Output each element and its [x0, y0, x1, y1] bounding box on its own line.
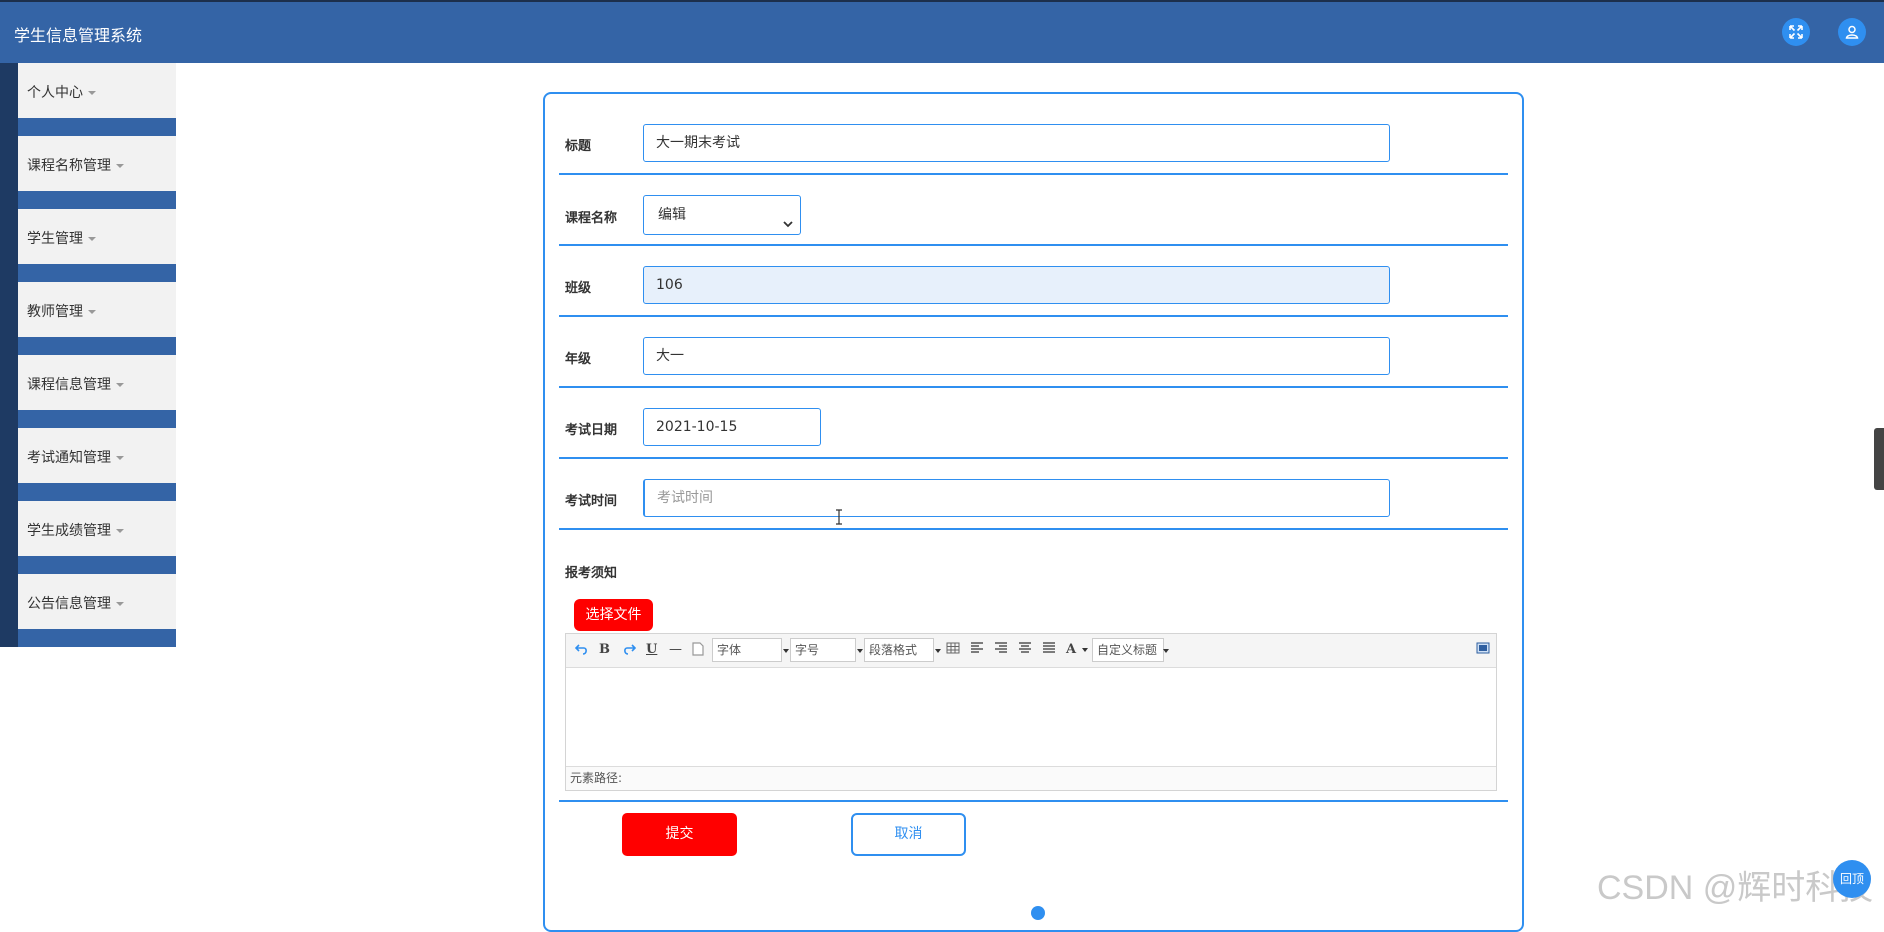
- course-select[interactable]: 编辑: [643, 195, 801, 235]
- title-label: 标题: [565, 139, 592, 154]
- submit-button[interactable]: 提交: [622, 813, 737, 856]
- align-center-icon[interactable]: [1018, 642, 1032, 658]
- divider: [559, 386, 1508, 388]
- font-size-select-label: 字号: [795, 643, 820, 657]
- sidebar-item-label: 教师管理: [27, 304, 83, 320]
- caret-down-icon: [116, 383, 124, 387]
- user-icon[interactable]: [1838, 18, 1866, 46]
- cancel-button[interactable]: 取消: [851, 813, 966, 856]
- exam-time-label: 考试时间: [565, 494, 618, 509]
- side-drawer-handle[interactable]: [1874, 428, 1884, 490]
- page-icon[interactable]: [692, 642, 704, 660]
- text-cursor-icon: [836, 509, 842, 525]
- sidebar-item-teachers[interactable]: 教师管理: [0, 282, 176, 355]
- app-title: 学生信息管理系统: [14, 26, 143, 45]
- divider: [559, 528, 1508, 530]
- sidebar-item-label: 课程名称管理: [27, 158, 111, 174]
- back-to-top-button[interactable]: 回顶: [1833, 860, 1871, 898]
- course-label: 课程名称: [565, 211, 618, 226]
- caret-down-icon: [116, 164, 124, 168]
- course-select-value: 编辑: [658, 207, 686, 223]
- font-family-select[interactable]: 字体: [712, 638, 789, 662]
- font-size-select[interactable]: 字号: [790, 638, 863, 662]
- caret-down-icon: [116, 456, 124, 460]
- sidebar: 个人中心 课程名称管理 学生管理 教师管理 课程信息管理 考试通知管理 学生成绩…: [0, 63, 176, 647]
- caret-down-icon: [88, 237, 96, 241]
- paragraph-format-select-label: 段落格式: [869, 643, 918, 657]
- font-family-select-label: 字体: [717, 643, 742, 657]
- editor-toolbar: B U — 字体 字号 段落格式 A 自定义标题: [566, 634, 1496, 668]
- underline-icon[interactable]: U: [646, 642, 657, 657]
- divider: [559, 173, 1508, 175]
- align-right-icon[interactable]: [994, 642, 1008, 658]
- class-input[interactable]: 106: [643, 266, 1390, 304]
- sidebar-item-label: 学生成绩管理: [27, 523, 111, 539]
- notice-label: 报考须知: [565, 566, 618, 581]
- sidebar-item-label: 课程信息管理: [27, 377, 111, 393]
- sidebar-item-exam-notice[interactable]: 考试通知管理: [0, 428, 176, 501]
- exam-time-placeholder: 考试时间: [657, 490, 713, 506]
- sidebar-item-label: 考试通知管理: [27, 450, 111, 466]
- sidebar-item-label: 公告信息管理: [27, 596, 111, 612]
- caret-down-icon: [116, 602, 124, 606]
- fullscreen-editor-icon[interactable]: [1476, 642, 1490, 658]
- custom-title-select[interactable]: 自定义标题: [1092, 638, 1169, 662]
- divider: [559, 457, 1508, 459]
- custom-title-select-label: 自定义标题: [1097, 643, 1157, 657]
- redo-icon[interactable]: [622, 642, 637, 660]
- sidebar-item-label: 个人中心: [27, 85, 83, 101]
- divider: [559, 800, 1508, 802]
- align-justify-icon[interactable]: [1042, 642, 1056, 658]
- rich-text-editor[interactable]: B U — 字体 字号 段落格式 A 自定义标题 元素路径:: [565, 633, 1497, 791]
- title-input[interactable]: 大一期末考试: [643, 124, 1390, 162]
- caret-down-icon: [116, 529, 124, 533]
- divider: [559, 315, 1508, 317]
- caret-down-icon: [857, 649, 863, 653]
- caret-down-icon: [88, 310, 96, 314]
- caret-down-icon: [1163, 649, 1169, 653]
- sidebar-item-grades[interactable]: 学生成绩管理: [0, 501, 176, 574]
- table-icon[interactable]: [946, 642, 960, 658]
- horizontal-rule-icon[interactable]: —: [669, 642, 682, 657]
- exam-date-label: 考试日期: [565, 423, 618, 438]
- watermark: CSDN @辉时科技: [1597, 869, 1874, 907]
- exam-time-input[interactable]: 考试时间: [643, 479, 1390, 517]
- align-left-icon[interactable]: [970, 642, 984, 658]
- sidebar-item-label: 学生管理: [27, 231, 83, 247]
- font-color-icon[interactable]: A: [1066, 642, 1076, 657]
- paragraph-format-select[interactable]: 段落格式: [864, 638, 941, 662]
- sidebar-item-students[interactable]: 学生管理: [0, 209, 176, 282]
- caret-down-icon[interactable]: [1082, 648, 1088, 652]
- exam-date-input[interactable]: 2021-10-15: [643, 408, 821, 446]
- choose-file-button[interactable]: 选择文件: [574, 599, 653, 631]
- caret-down-icon: [88, 91, 96, 95]
- scroll-indicator: [1031, 906, 1045, 920]
- fullscreen-icon[interactable]: [1782, 18, 1810, 46]
- grade-input[interactable]: 大一: [643, 337, 1390, 375]
- undo-icon[interactable]: [574, 642, 589, 660]
- grade-label: 年级: [565, 352, 592, 367]
- caret-down-icon: [783, 649, 789, 653]
- sidebar-item-personal-center[interactable]: 个人中心: [0, 63, 176, 136]
- divider: [559, 244, 1508, 246]
- chevron-down-icon: [782, 207, 794, 245]
- sidebar-item-course-info[interactable]: 课程信息管理: [0, 355, 176, 428]
- editor-element-path: 元素路径:: [566, 766, 1496, 790]
- bold-icon[interactable]: B: [599, 642, 610, 657]
- sidebar-item-course-name[interactable]: 课程名称管理: [0, 136, 176, 209]
- class-label: 班级: [565, 281, 592, 296]
- top-bar: 学生信息管理系统: [0, 0, 1884, 63]
- caret-down-icon: [935, 649, 941, 653]
- sidebar-item-announcements[interactable]: 公告信息管理: [0, 574, 176, 647]
